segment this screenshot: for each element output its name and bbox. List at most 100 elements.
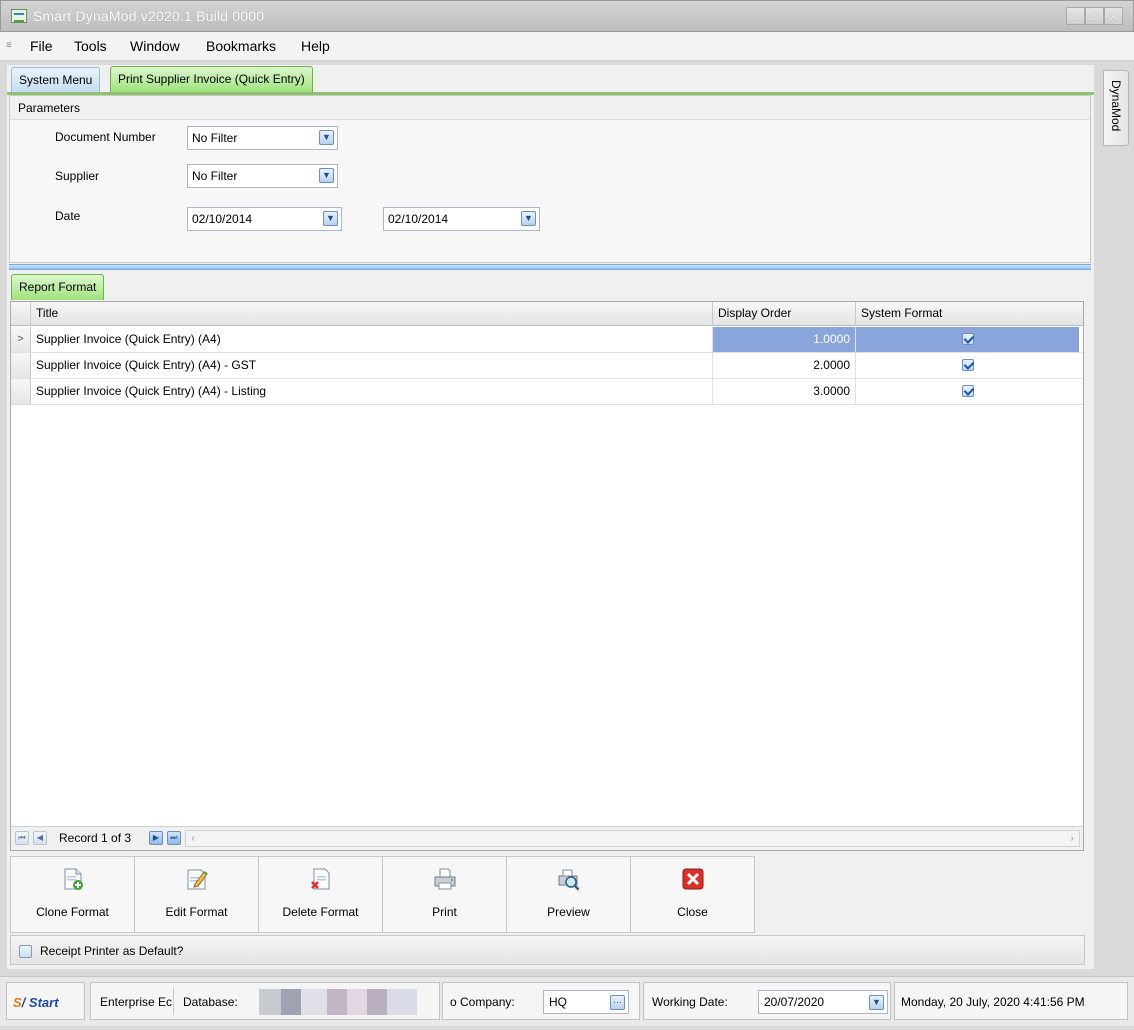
tab-print-supplier-invoice[interactable]: Print Supplier Invoice (Quick Entry)	[110, 66, 313, 92]
app-icon	[11, 9, 27, 23]
working-date-panel: Working Date: 20/07/2020 ▼	[643, 982, 891, 1020]
start-button[interactable]: S/ Start	[6, 982, 85, 1020]
print-preview-icon	[558, 869, 579, 891]
redacted-block	[327, 989, 347, 1015]
scroll-right-icon[interactable]: ›	[1065, 831, 1079, 846]
row-indicator-icon[interactable]: >	[11, 327, 31, 352]
first-record-icon[interactable]: ⏮	[15, 831, 29, 845]
row-display-order[interactable]: 3.0000	[713, 379, 856, 404]
clone-format-button[interactable]: Clone Format	[10, 856, 135, 933]
chevron-down-icon[interactable]: ▼	[869, 995, 884, 1010]
horizontal-scrollbar[interactable]: ‹ ›	[185, 830, 1080, 847]
row-selector[interactable]	[11, 353, 31, 378]
company-label: o Company:	[450, 995, 515, 1009]
column-system-format[interactable]: System Format	[856, 302, 1079, 326]
row-title[interactable]: Supplier Invoice (Quick Entry) (A4) - GS…	[31, 353, 713, 378]
start-logo: S/ Start	[13, 995, 59, 1010]
supplier-label: Supplier	[55, 169, 100, 183]
row-display-order[interactable]: 2.0000	[713, 353, 856, 378]
print-button[interactable]: Print	[382, 856, 507, 933]
redacted-block	[281, 989, 301, 1015]
menu-window[interactable]: Window	[130, 38, 180, 54]
chevron-down-icon[interactable]: ▼	[521, 211, 536, 226]
previous-record-icon[interactable]: ◀	[33, 831, 47, 845]
panel-splitter[interactable]	[9, 264, 1091, 270]
edit-format-button[interactable]: Edit Format	[134, 856, 259, 933]
chevron-down-icon[interactable]: ▼	[319, 168, 334, 183]
clone-format-label: Clone Format	[36, 905, 109, 919]
main-panel: System Menu Print Supplier Invoice (Quic…	[7, 65, 1094, 969]
close-window-button[interactable]: X	[1104, 7, 1123, 25]
database-panel: Enterprise Ec Database:	[90, 982, 440, 1020]
company-panel: o Company: HQ ···	[442, 982, 640, 1020]
menu-file[interactable]: File	[30, 38, 53, 54]
parameters-group: Parameters Document Number No Filter ▼ S…	[9, 95, 1091, 263]
table-row[interactable]: > Supplier Invoice (Quick Entry) (A4) 1.…	[11, 327, 1083, 353]
row-system-format[interactable]	[856, 379, 1079, 404]
menu-grip-icon: ≡	[6, 40, 12, 51]
close-label: Close	[677, 905, 708, 919]
receipt-printer-checkbox[interactable]	[19, 945, 32, 958]
current-datetime: Monday, 20 July, 2020 4:41:56 PM	[901, 995, 1085, 1009]
document-number-label: Document Number	[55, 130, 156, 144]
row-system-format[interactable]	[856, 353, 1079, 378]
column-title[interactable]: Title	[31, 302, 713, 326]
company-select[interactable]: HQ ···	[543, 990, 629, 1014]
preview-label: Preview	[547, 905, 590, 919]
preview-button[interactable]: Preview	[506, 856, 631, 933]
window-controls: _ □ X	[1066, 7, 1123, 25]
chevron-down-icon[interactable]: ▼	[323, 211, 338, 226]
maximize-button[interactable]: □	[1085, 7, 1104, 25]
table-row[interactable]: Supplier Invoice (Quick Entry) (A4) - Li…	[11, 379, 1083, 405]
last-record-icon[interactable]: ⏭	[167, 831, 181, 845]
column-display-order[interactable]: Display Order	[713, 302, 856, 326]
supplier-select[interactable]: No Filter ▼	[187, 164, 338, 188]
next-record-icon[interactable]: ▶	[149, 831, 163, 845]
database-label: Database:	[183, 995, 238, 1009]
table-row[interactable]: Supplier Invoice (Quick Entry) (A4) - GS…	[11, 353, 1083, 379]
scroll-left-icon[interactable]: ‹	[186, 831, 200, 846]
document-number-select[interactable]: No Filter ▼	[187, 126, 338, 150]
row-title[interactable]: Supplier Invoice (Quick Entry) (A4)	[31, 327, 713, 352]
row-system-format[interactable]	[856, 327, 1079, 352]
system-format-checkbox[interactable]	[961, 359, 974, 371]
title-bar: Smart DynaMod v2020.1 Build 0000 _ □ X	[0, 0, 1134, 32]
close-button[interactable]: Close	[630, 856, 755, 933]
status-bar: S/ Start Enterprise Ec Database: o Compa…	[0, 976, 1134, 1026]
delete-format-icon	[310, 868, 329, 890]
system-format-checkbox[interactable]	[961, 333, 974, 345]
delete-format-label: Delete Format	[282, 905, 359, 919]
date-from-picker[interactable]: 02/10/2014 ▼	[187, 207, 342, 231]
minimize-button[interactable]: _	[1066, 7, 1085, 25]
window-title: Smart DynaMod v2020.1 Build 0000	[33, 8, 265, 24]
system-format-checkbox[interactable]	[961, 385, 974, 397]
chevron-down-icon[interactable]: ▼	[319, 130, 334, 145]
working-date-label: Working Date:	[652, 995, 728, 1009]
edit-format-label: Edit Format	[165, 905, 228, 919]
datetime-panel: Monday, 20 July, 2020 4:41:56 PM	[894, 982, 1128, 1020]
date-to-picker[interactable]: 02/10/2014 ▼	[383, 207, 540, 231]
grid-header: Title Display Order System Format	[11, 302, 1083, 326]
menu-tools[interactable]: Tools	[74, 38, 107, 54]
row-display-order[interactable]: 1.0000	[713, 327, 856, 352]
company-value: HQ	[549, 995, 567, 1009]
row-title[interactable]: Supplier Invoice (Quick Entry) (A4) - Li…	[31, 379, 713, 404]
action-toolbar: Clone Format Edit Format Delete Format P…	[10, 856, 755, 933]
tab-system-menu[interactable]: System Menu	[11, 67, 101, 92]
menu-help[interactable]: Help	[301, 38, 330, 54]
record-counter: Record 1 of 3	[59, 831, 132, 845]
parameters-header: Parameters	[10, 96, 1090, 120]
row-selector[interactable]	[11, 379, 31, 404]
redacted-block	[387, 989, 417, 1015]
date-from-value: 02/10/2014	[192, 212, 253, 226]
working-date-picker[interactable]: 20/07/2020 ▼	[758, 990, 888, 1014]
tab-report-format[interactable]: Report Format	[11, 274, 105, 300]
menu-bookmarks[interactable]: Bookmarks	[206, 38, 276, 54]
delete-format-button[interactable]: Delete Format	[258, 856, 383, 933]
record-navigator: ⏮ ◀ Record 1 of 3 ▶ ⏭ ‹ ›	[11, 826, 1083, 850]
ellipsis-icon[interactable]: ···	[610, 995, 625, 1010]
clone-format-icon	[64, 868, 83, 890]
redacted-block	[367, 989, 387, 1015]
dynamod-side-tab[interactable]: DynaMod	[1103, 70, 1129, 146]
supplier-value: No Filter	[192, 169, 238, 183]
